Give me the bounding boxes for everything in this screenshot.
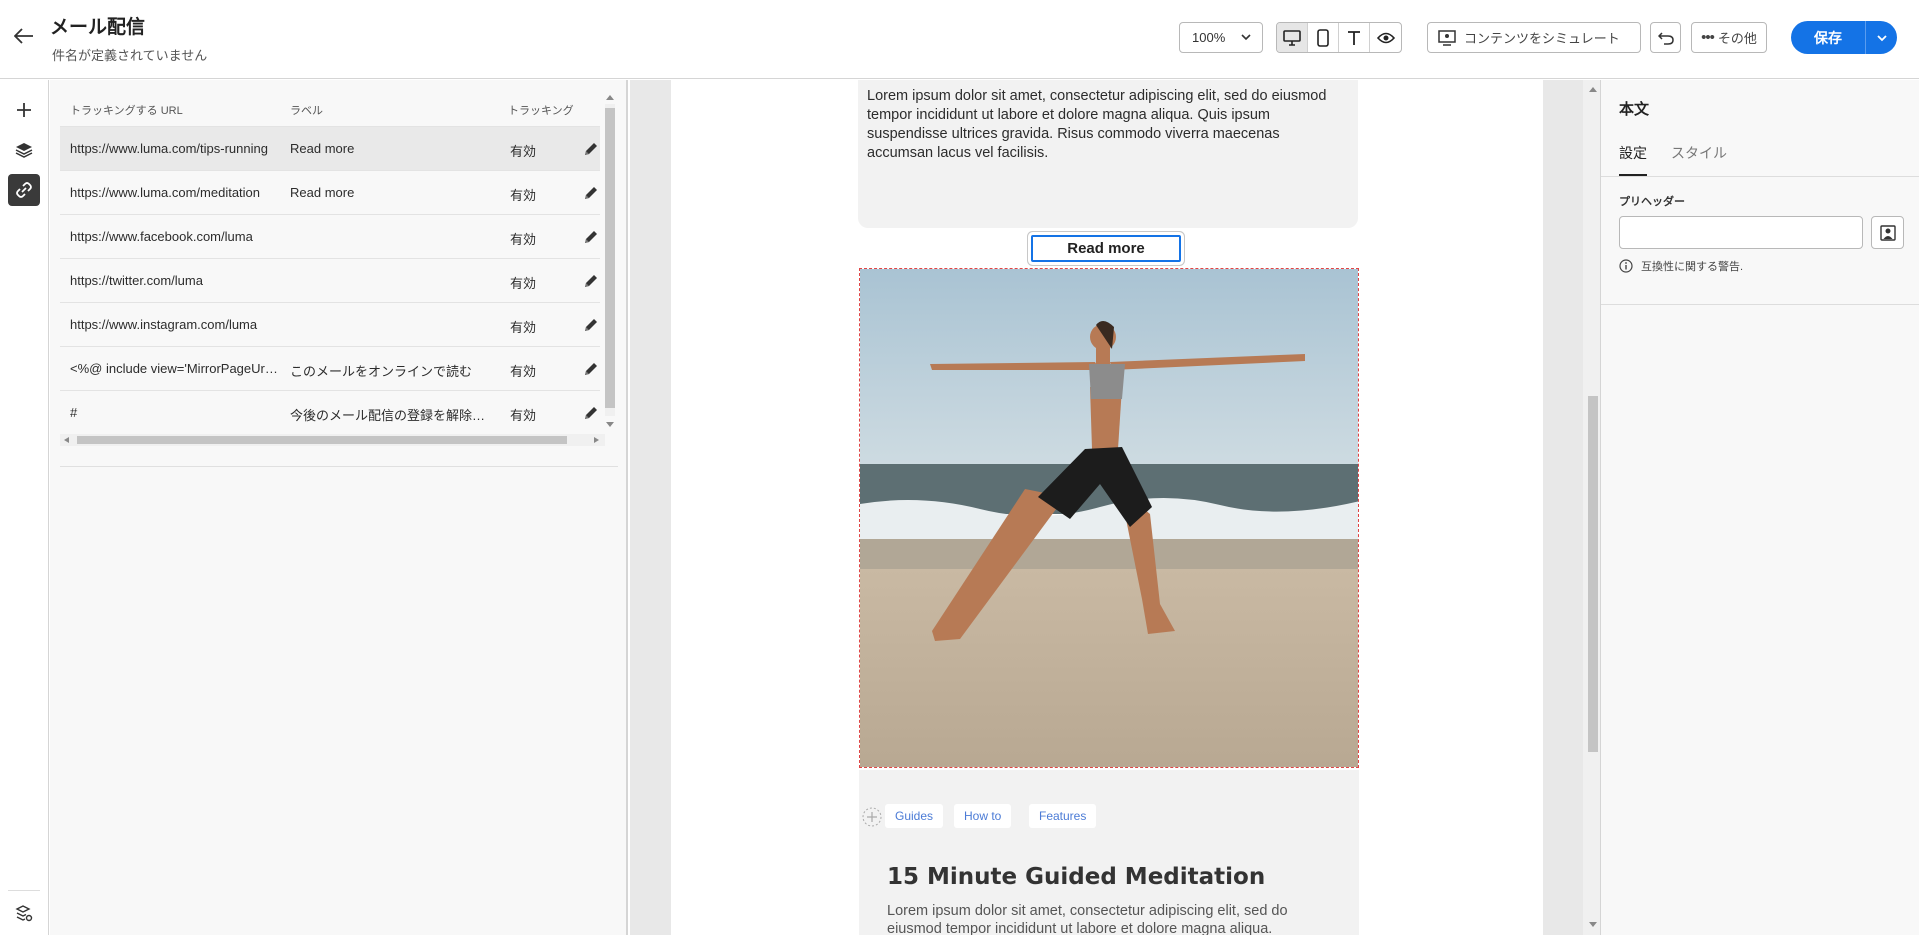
compatibility-warning-text: 互換性に関する警告.: [1641, 261, 1744, 273]
properties-title: 本文: [1619, 101, 1650, 118]
personalization-icon: [1879, 224, 1896, 241]
layers-icon[interactable]: [8, 134, 40, 166]
view-mode-group: [1276, 22, 1402, 53]
row-url: https://twitter.com/luma: [70, 273, 203, 288]
undo-icon: [1657, 31, 1674, 45]
edit-pencil-icon[interactable]: [582, 228, 602, 248]
card-title[interactable]: 15 Minute Guided Meditation: [887, 864, 1265, 890]
properties-panel: 本文 設定 スタイル プリヘッダー 互換性に関する警告.: [1600, 80, 1919, 935]
chevron-down-icon: [1876, 34, 1887, 41]
preheader-input[interactable]: [1619, 216, 1863, 249]
panel-divider: [60, 466, 618, 467]
meditation-card: Guides How to Features 15 Minute Guided …: [859, 770, 1359, 935]
table-header: トラッキングする URL ラベル トラッキング: [60, 92, 600, 126]
tag-features[interactable]: Features: [1029, 804, 1097, 828]
article-card[interactable]: Lorem ipsum dolor sit amet, consectetur …: [858, 80, 1358, 262]
table-row[interactable]: https://www.instagram.com/luma 有効: [60, 302, 600, 346]
intro-paragraph[interactable]: Lorem ipsum dolor sit amet, consectetur …: [867, 87, 1347, 163]
row-tracking: 有効: [510, 232, 537, 247]
table-row[interactable]: <%@ include view='MirrorPageUrl' %> このメール…: [60, 346, 600, 390]
back-arrow-icon[interactable]: [12, 24, 36, 48]
row-tracking: 有効: [510, 276, 537, 291]
edit-pencil-icon[interactable]: [582, 404, 602, 424]
table-row[interactable]: # 今後のメール配信の登録を解除する 有効: [60, 390, 600, 434]
email-canvas: Lorem ipsum dolor sit amet, consectetur …: [630, 80, 1601, 935]
table-horizontal-scrollbar[interactable]: [60, 434, 605, 446]
page-title: メール配信: [50, 17, 146, 38]
table-row[interactable]: https://www.facebook.com/luma 有効: [60, 214, 600, 258]
tag-how-to[interactable]: How to: [954, 804, 1012, 828]
canvas-scrollbar[interactable]: [1583, 80, 1601, 935]
row-url: https://www.luma.com/meditation: [70, 185, 261, 200]
row-label: 今後のメール配信の登録を解除する: [290, 408, 490, 423]
yoga-image[interactable]: [859, 268, 1359, 768]
row-url: <%@ include view='MirrorPageUrl' %>: [70, 361, 280, 376]
info-icon: [1619, 259, 1633, 273]
row-tracking: 有効: [510, 144, 537, 159]
undo-button[interactable]: [1650, 22, 1681, 53]
edit-pencil-icon[interactable]: [582, 272, 602, 292]
zoom-select[interactable]: 100%: [1179, 22, 1263, 53]
read-more-button[interactable]: Read more: [1031, 235, 1181, 262]
edit-pencil-icon[interactable]: [582, 184, 602, 204]
row-label: このメールをオンラインで読む: [290, 364, 473, 379]
column-header-label: ラベル: [290, 105, 323, 117]
table-row[interactable]: https://www.luma.com/meditation Read more…: [60, 170, 600, 214]
save-options-button[interactable]: [1865, 21, 1897, 54]
simulate-content-button[interactable]: コンテンツをシミュレート: [1427, 22, 1641, 53]
app-header: メール配信 件名が定義されていません 100% コンテンツをシミュレート •••…: [0, 0, 1919, 79]
section-divider: [1601, 304, 1919, 305]
desktop-view-icon[interactable]: [1277, 23, 1308, 52]
row-label: Read more: [290, 185, 355, 200]
table-row[interactable]: https://twitter.com/luma 有効: [60, 258, 600, 302]
row-tracking: 有効: [510, 364, 537, 379]
link-tracking-panel: トラッキングする URL ラベル トラッキング https://www.luma…: [50, 80, 628, 935]
column-header-url: トラッキングする URL: [70, 105, 183, 117]
save-button[interactable]: 保存: [1791, 21, 1865, 54]
row-url: #: [70, 405, 78, 420]
beach-yoga-illustration: [860, 269, 1358, 767]
row-tracking: 有効: [510, 320, 537, 335]
mobile-view-icon[interactable]: [1308, 23, 1339, 52]
row-tracking: 有効: [510, 188, 537, 203]
row-url: https://www.luma.com/tips-running: [70, 141, 268, 156]
email-body: Lorem ipsum dolor sit amet, consectetur …: [671, 80, 1543, 935]
page-subtitle: 件名が定義されていません: [52, 48, 208, 63]
add-component-icon[interactable]: [861, 806, 883, 828]
tag-guides[interactable]: Guides: [885, 804, 944, 828]
link-icon[interactable]: [8, 174, 40, 206]
left-rail: [0, 80, 49, 935]
tab-settings[interactable]: 設定: [1619, 143, 1647, 163]
row-url: https://www.facebook.com/luma: [70, 229, 253, 244]
rail-divider: [8, 890, 40, 891]
more-button[interactable]: ••• その他: [1691, 22, 1767, 53]
card-body[interactable]: Lorem ipsum dolor sit amet, consectetur …: [887, 902, 1307, 935]
row-url: https://www.instagram.com/luma: [70, 317, 258, 332]
text-view-icon[interactable]: [1339, 23, 1370, 52]
edit-pencil-icon[interactable]: [582, 140, 602, 160]
row-label: Read more: [290, 141, 355, 156]
column-header-tracking: トラッキング: [508, 105, 574, 117]
more-dots-icon: •••: [1701, 29, 1715, 46]
zoom-value: 100%: [1192, 30, 1226, 45]
preview-eye-icon[interactable]: [1370, 23, 1401, 52]
add-icon[interactable]: [8, 94, 40, 126]
more-label: その他: [1717, 31, 1757, 46]
preheader-label: プリヘッダー: [1619, 196, 1685, 208]
personalization-button[interactable]: [1871, 216, 1904, 249]
table-vertical-scrollbar[interactable]: [603, 92, 615, 430]
row-tracking: 有効: [510, 408, 537, 423]
simulate-label: コンテンツをシミュレート: [1464, 31, 1620, 46]
table-row[interactable]: https://www.luma.com/tips-running Read mo…: [60, 126, 600, 170]
layers-settings-icon[interactable]: [8, 898, 40, 930]
edit-pencil-icon[interactable]: [582, 360, 602, 380]
compatibility-warning[interactable]: 互換性に関する警告.: [1619, 258, 1743, 274]
edit-pencil-icon[interactable]: [582, 316, 602, 336]
save-split-button: 保存: [1791, 21, 1897, 54]
chevron-down-icon: [1241, 34, 1251, 41]
tabs-divider: [1601, 176, 1919, 177]
tab-style[interactable]: スタイル: [1671, 143, 1727, 163]
simulate-icon: [1438, 29, 1456, 46]
